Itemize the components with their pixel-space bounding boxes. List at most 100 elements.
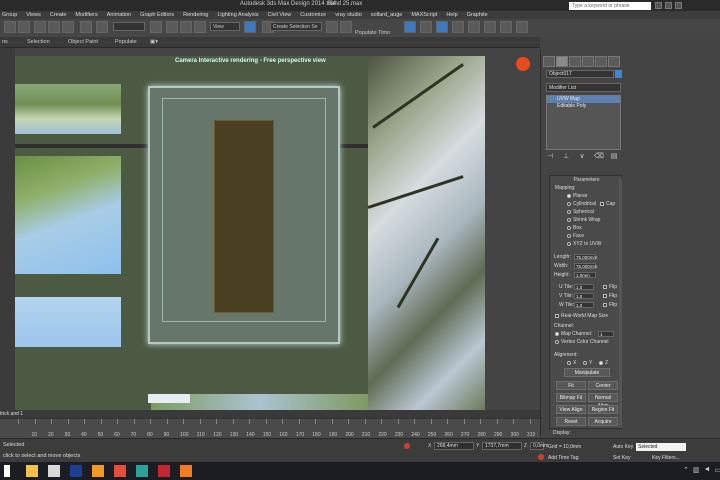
configure-sets-icon[interactable]: ▤ bbox=[610, 153, 618, 161]
3dsmax-icon[interactable] bbox=[136, 465, 148, 477]
layer-manager-icon[interactable] bbox=[404, 21, 416, 33]
illustrator-icon[interactable] bbox=[92, 465, 104, 477]
reset-button[interactable]: Reset bbox=[556, 417, 586, 426]
menu-sollard[interactable]: sollard_auge bbox=[371, 11, 403, 19]
select-object-icon[interactable] bbox=[80, 21, 92, 33]
reference-coord-select[interactable]: View bbox=[210, 22, 240, 31]
hierarchy-tab-icon[interactable] bbox=[569, 56, 581, 67]
set-key-button[interactable]: Set Key bbox=[613, 455, 631, 461]
menu-vray-studio[interactable]: vray studio bbox=[335, 11, 362, 19]
v-flip-checkbox[interactable] bbox=[603, 294, 607, 298]
render-production-icon[interactable] bbox=[516, 21, 528, 33]
y-coordinate-field[interactable]: 1737,7mm bbox=[482, 442, 522, 450]
move-icon[interactable] bbox=[166, 21, 178, 33]
object-name-field[interactable]: Object017 bbox=[546, 70, 614, 78]
menu-modifiers[interactable]: Modifiers bbox=[75, 11, 97, 19]
menu-group[interactable]: Group bbox=[2, 11, 17, 19]
unlink-icon[interactable] bbox=[48, 21, 60, 33]
radio-face[interactable] bbox=[567, 234, 571, 238]
pin-stack-icon[interactable]: ⊣ bbox=[546, 153, 554, 161]
create-tab-icon[interactable] bbox=[543, 56, 555, 67]
bind-space-warp-icon[interactable] bbox=[62, 21, 74, 33]
menu-animation[interactable]: Animation bbox=[107, 11, 131, 19]
framed-panel[interactable] bbox=[148, 86, 340, 344]
add-time-tag[interactable]: Add Time Tag bbox=[548, 455, 578, 461]
display-tab-icon[interactable] bbox=[595, 56, 607, 67]
wooden-board[interactable] bbox=[214, 120, 274, 313]
stack-item-editable-poly[interactable]: Editable Poly bbox=[547, 103, 620, 110]
key-set-dropdown[interactable]: Selected bbox=[636, 443, 686, 451]
render-frame-icon[interactable] bbox=[500, 21, 512, 33]
auto-key-button[interactable]: Auto Key bbox=[613, 444, 633, 450]
track-bar[interactable]: 10 20 30 40 50 60 70 80 90 100 110 120 130 140 150 160 1… bbox=[0, 418, 540, 438]
menu-create[interactable]: Create bbox=[50, 11, 67, 19]
bitmap-fit-button[interactable]: Bitmap Fit bbox=[556, 393, 586, 402]
command-panel-scrollbar[interactable] bbox=[619, 178, 622, 428]
radio-map-channel[interactable] bbox=[555, 332, 559, 336]
menu-maxscript[interactable]: MAXScript bbox=[411, 11, 437, 19]
width-spinner[interactable]: 75,000mm bbox=[574, 263, 597, 269]
normal-align-button[interactable]: Normal Align bbox=[588, 393, 618, 409]
select-region-icon[interactable] bbox=[150, 21, 162, 33]
w-tile-spinner[interactable]: 1,0 bbox=[574, 302, 594, 308]
acrobat-icon[interactable] bbox=[158, 465, 170, 477]
real-world-checkbox[interactable] bbox=[555, 314, 559, 318]
rollout-title[interactable]: Parameters bbox=[550, 176, 623, 184]
time-slider-track[interactable]: trick and 1 0 / 100 bbox=[0, 410, 540, 425]
show-end-result-icon[interactable]: ⊥ bbox=[562, 153, 570, 161]
viewport-label[interactable]: Camera Interactive rendering - Free pers… bbox=[175, 58, 326, 64]
radio-cylindrical[interactable] bbox=[567, 202, 571, 206]
cap-checkbox[interactable] bbox=[600, 202, 604, 206]
length-spinner[interactable]: 75,000mm bbox=[574, 254, 597, 260]
store-icon[interactable] bbox=[48, 465, 60, 477]
selection-filter-select[interactable] bbox=[113, 22, 145, 31]
lock-selection-icon[interactable] bbox=[404, 443, 410, 449]
file-explorer-icon[interactable] bbox=[26, 465, 38, 477]
radio-align-z[interactable] bbox=[599, 361, 603, 365]
named-selection-input[interactable]: Create Selection Se bbox=[270, 22, 322, 31]
make-unique-icon[interactable]: ∨ bbox=[578, 153, 586, 161]
radio-shrink-wrap[interactable] bbox=[567, 218, 571, 222]
center-button[interactable]: Center bbox=[588, 381, 618, 390]
volume-icon[interactable]: ◄ bbox=[704, 466, 711, 474]
search-input[interactable]: Type a keyword or phrase bbox=[569, 2, 651, 10]
radio-spherical[interactable] bbox=[567, 210, 571, 214]
menu-help[interactable]: Help bbox=[446, 11, 457, 19]
fit-button[interactable]: Fit bbox=[556, 381, 586, 390]
motion-tab-icon[interactable] bbox=[582, 56, 594, 67]
manipulate-button[interactable]: Manipulate bbox=[564, 368, 610, 377]
radio-planar[interactable] bbox=[567, 194, 571, 198]
u-flip-checkbox[interactable] bbox=[603, 285, 607, 289]
network-icon[interactable]: ▥ bbox=[693, 466, 700, 474]
time-tag-icon[interactable] bbox=[538, 454, 544, 460]
tab-populate[interactable]: Populate bbox=[115, 39, 137, 45]
object-color-swatch[interactable] bbox=[615, 70, 622, 78]
link-icon[interactable] bbox=[34, 21, 46, 33]
radio-align-x[interactable] bbox=[567, 361, 571, 365]
notification-icon[interactable]: ▭ bbox=[714, 466, 720, 474]
align-icon[interactable] bbox=[340, 21, 352, 33]
key-filters-button[interactable]: Key Filters... bbox=[652, 455, 680, 461]
z-coordinate-field[interactable]: 0,0mm bbox=[530, 442, 548, 450]
utilities-tab-icon[interactable] bbox=[608, 56, 620, 67]
menu-civil-view[interactable]: Civil View bbox=[267, 11, 291, 19]
menu-views[interactable]: Views bbox=[26, 11, 41, 19]
w-flip-checkbox[interactable] bbox=[603, 303, 607, 307]
curve-editor-icon[interactable] bbox=[436, 21, 448, 33]
height-spinner[interactable]: 1,0mm bbox=[574, 272, 596, 278]
radio-xyz-to-uvw[interactable] bbox=[567, 242, 571, 246]
menu-lighting-analysis[interactable]: Lighting Analysis bbox=[218, 11, 259, 19]
tab-object-paint[interactable]: Object Paint bbox=[68, 39, 98, 45]
x-coordinate-field[interactable]: 268,4mm bbox=[434, 442, 474, 450]
acquire-button[interactable]: Acquire bbox=[588, 417, 618, 426]
pivot-center-icon[interactable] bbox=[244, 21, 256, 33]
view-align-button[interactable]: View Align bbox=[556, 405, 586, 414]
select-by-name-icon[interactable] bbox=[96, 21, 108, 33]
media-player-icon[interactable] bbox=[180, 465, 192, 477]
stack-item-uvw-map[interactable]: UVW Map bbox=[547, 96, 620, 103]
radio-align-y[interactable] bbox=[583, 361, 587, 365]
menu-rendering[interactable]: Rendering bbox=[183, 11, 208, 19]
remove-modifier-icon[interactable]: ⌫ bbox=[594, 153, 604, 161]
schematic-view-icon[interactable] bbox=[452, 21, 464, 33]
graphite-toggle-icon[interactable] bbox=[420, 21, 432, 33]
